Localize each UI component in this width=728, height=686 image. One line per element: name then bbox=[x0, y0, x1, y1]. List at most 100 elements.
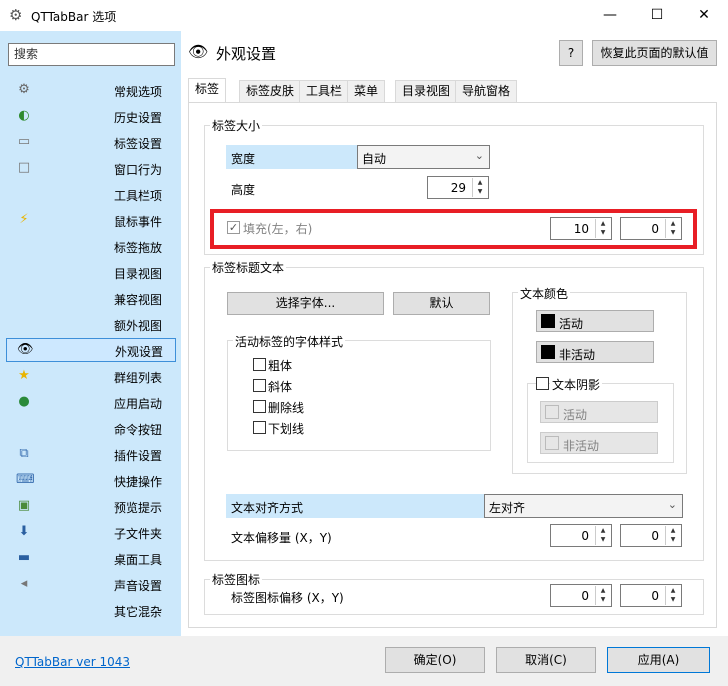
apply-button[interactable]: 应用(A) bbox=[607, 647, 710, 673]
app-icon: ● bbox=[18, 394, 30, 409]
preview-icon: ▣ bbox=[17, 498, 31, 513]
shadow-active-color-button[interactable]: 活动 bbox=[540, 401, 658, 423]
choose-font-button[interactable]: 选择字体... bbox=[227, 292, 384, 315]
strikethrough-checkbox[interactable] bbox=[253, 400, 266, 413]
window-title: QTTabBar 选项 bbox=[31, 10, 117, 24]
sidebar-item-label: 工具栏项 bbox=[114, 189, 163, 203]
sidebar-item-misc[interactable]: 其它混杂 bbox=[6, 598, 176, 622]
chevron-down-icon: ⌄ bbox=[667, 498, 677, 511]
star-icon: ★ bbox=[18, 368, 30, 383]
font-style-group-title: 活动标签的字体样式 bbox=[233, 333, 346, 350]
page-title: 外观设置 bbox=[216, 45, 277, 63]
eye-icon: 👁 bbox=[17, 342, 34, 357]
text-align-label: 文本对齐方式 bbox=[231, 501, 304, 515]
sidebar-item-compat-view[interactable]: 兼容视图 bbox=[6, 286, 176, 310]
text-align-select[interactable]: 左对齐 ⌄ bbox=[484, 494, 683, 518]
underline-checkbox[interactable] bbox=[253, 421, 266, 434]
app-gear-icon: ⚙ bbox=[9, 6, 23, 24]
sidebar-item-tab[interactable]: ▭ 标签设置 bbox=[6, 130, 176, 154]
tab-nav-pane[interactable]: 导航窗格 bbox=[455, 80, 518, 102]
active-color-button[interactable]: 活动 bbox=[536, 310, 654, 332]
maximize-button[interactable]: ☐ bbox=[634, 0, 680, 31]
strikethrough-label: 删除线 bbox=[268, 401, 305, 415]
minimize-icon: — bbox=[603, 7, 617, 23]
help-icon: ? bbox=[567, 46, 575, 60]
tab-icon-offset-x-value: 0 bbox=[581, 589, 589, 603]
sidebar-item-extra-view[interactable]: 额外视图 bbox=[6, 312, 176, 336]
tab-toolbar[interactable]: 工具栏 bbox=[299, 80, 350, 102]
italic-checkbox[interactable] bbox=[253, 379, 266, 392]
text-offset-x-spinner[interactable]: 0 ▲ ▼ bbox=[550, 524, 612, 547]
shadow-inactive-color-button[interactable]: 非活动 bbox=[540, 432, 658, 454]
sidebar-item-window[interactable]: □ 窗口行为 bbox=[6, 156, 176, 180]
text-offset-y-value: 0 bbox=[651, 529, 659, 543]
tab-menu[interactable]: 菜单 bbox=[347, 80, 386, 102]
text-align-value: 左对齐 bbox=[489, 501, 526, 515]
cancel-button[interactable]: 取消(C) bbox=[496, 647, 596, 673]
height-label: 高度 bbox=[231, 183, 256, 197]
sidebar-item-general[interactable]: ⚙ 常规选项 bbox=[6, 78, 176, 102]
sidebar-item-folder-view[interactable]: 目录视图 bbox=[6, 260, 176, 284]
tab-folder-view[interactable]: 目录视图 bbox=[395, 80, 458, 102]
search-input[interactable]: 搜索 bbox=[8, 43, 175, 66]
spinner-arrows-icon[interactable]: ▲ ▼ bbox=[472, 178, 487, 197]
default-font-button[interactable]: 默认 bbox=[393, 292, 490, 315]
text-shadow-checkbox[interactable] bbox=[536, 377, 549, 390]
bold-checkbox[interactable] bbox=[253, 358, 266, 371]
spinner-arrows-icon[interactable]: ▲ ▼ bbox=[665, 586, 680, 605]
close-button[interactable]: ✕ bbox=[681, 0, 727, 31]
padding-checkbox[interactable]: ✓ bbox=[227, 221, 240, 234]
tab-icon: ▭ bbox=[17, 134, 31, 149]
inactive-color-button[interactable]: 非活动 bbox=[536, 341, 654, 363]
lightning-icon: ⚡ bbox=[19, 212, 29, 227]
sidebar-item-desktop[interactable]: ▬ 桌面工具 bbox=[6, 546, 176, 570]
sidebar-item-group-list[interactable]: ★ 群组列表 bbox=[6, 364, 176, 388]
font-style-group bbox=[227, 340, 491, 451]
sidebar-item-label: 快捷操作 bbox=[114, 475, 163, 489]
title-bar: ⚙ QTTabBar 选项 — ☐ ✕ bbox=[0, 0, 728, 31]
sidebar-item-command[interactable]: 命令按钮 bbox=[6, 416, 176, 440]
sidebar-item-mouse[interactable]: ⚡ 鼠标事件 bbox=[6, 208, 176, 232]
spinner-arrows-icon[interactable]: ▲ ▼ bbox=[665, 219, 680, 238]
spinner-arrows-icon[interactable]: ▲ ▼ bbox=[595, 586, 610, 605]
sidebar-item-toolbar[interactable]: 工具栏项 bbox=[6, 182, 176, 206]
sidebar-item-label: 命令按钮 bbox=[114, 423, 163, 437]
sidebar-item-preview[interactable]: ▣ 预览提示 bbox=[6, 494, 176, 518]
spinner-arrows-icon[interactable]: ▲ ▼ bbox=[595, 219, 610, 238]
sidebar-item-shortcut[interactable]: ⌨ 快捷操作 bbox=[6, 468, 176, 492]
sidebar-item-plugin[interactable]: ⧉ 插件设置 bbox=[6, 442, 176, 466]
title-text-group-title: 标签标题文本 bbox=[210, 259, 287, 276]
color-swatch bbox=[545, 405, 559, 419]
sidebar-item-sound[interactable]: ◂ 声音设置 bbox=[6, 572, 176, 596]
padding-right-spinner[interactable]: 0 ▲ ▼ bbox=[620, 217, 682, 240]
minimize-button[interactable]: — bbox=[587, 0, 633, 31]
sidebar-item-appearance[interactable]: 👁 外观设置 bbox=[6, 338, 176, 362]
spinner-arrows-icon[interactable]: ▲ ▼ bbox=[595, 526, 610, 545]
gear-icon: ⚙ bbox=[18, 82, 30, 97]
ok-button[interactable]: 确定(O) bbox=[385, 647, 485, 673]
restore-defaults-button[interactable]: 恢复此页面的默认值 bbox=[592, 40, 717, 66]
help-button[interactable]: ? bbox=[559, 40, 583, 66]
tab-icon-group-title: 标签图标 bbox=[210, 571, 263, 588]
sidebar-item-history[interactable]: ◐ 历史设置 bbox=[6, 104, 176, 128]
tab-tabs[interactable]: 标签 bbox=[188, 78, 227, 103]
text-offset-y-spinner[interactable]: 0 ▲ ▼ bbox=[620, 524, 682, 547]
close-icon: ✕ bbox=[698, 7, 710, 23]
sidebar-item-app-launch[interactable]: ● 应用启动 bbox=[6, 390, 176, 414]
height-spinner[interactable]: 29 ▲ ▼ bbox=[427, 176, 489, 199]
sidebar-item-drag[interactable]: 标签拖放 bbox=[6, 234, 176, 258]
sidebar-item-label: 窗口行为 bbox=[114, 163, 163, 177]
spinner-arrows-icon[interactable]: ▲ ▼ bbox=[665, 526, 680, 545]
tab-icon-offset-y-spinner[interactable]: 0 ▲ ▼ bbox=[620, 584, 682, 607]
text-offset-x-value: 0 bbox=[581, 529, 589, 543]
width-label: 宽度 bbox=[231, 152, 256, 166]
tab-tab-skin[interactable]: 标签皮肤 bbox=[239, 80, 302, 102]
shadow-active-label: 活动 bbox=[563, 408, 588, 422]
tab-icon-offset-x-spinner[interactable]: 0 ▲ ▼ bbox=[550, 584, 612, 607]
version-link[interactable]: QTTabBar ver 1043 bbox=[15, 655, 130, 669]
sidebar-item-subfolder[interactable]: ⬇ 子文件夹 bbox=[6, 520, 176, 544]
width-select[interactable]: 自动 ⌄ bbox=[357, 145, 490, 169]
sidebar-item-label: 兼容视图 bbox=[114, 293, 163, 307]
tab-size-group-title: 标签大小 bbox=[210, 117, 263, 134]
padding-left-spinner[interactable]: 10 ▲ ▼ bbox=[550, 217, 612, 240]
